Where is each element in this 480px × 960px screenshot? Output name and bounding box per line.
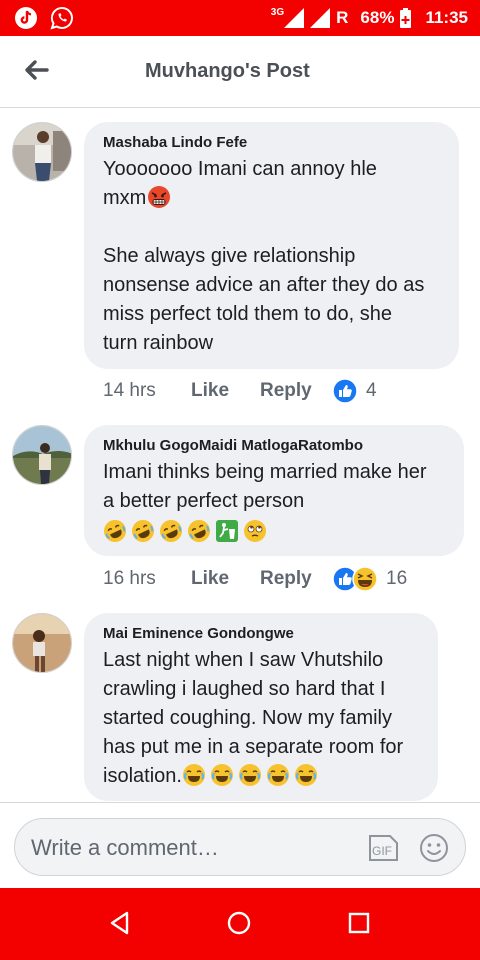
clock: 11:35	[425, 8, 468, 27]
gif-icon[interactable]: GIF	[367, 834, 399, 862]
comment-text: Last night when I saw Vhutshilo crawling…	[103, 646, 420, 791]
signal-icon	[284, 8, 305, 28]
comment-author[interactable]: Mashaba Lindo Fefe	[103, 134, 441, 152]
rofl-emoji	[188, 520, 210, 542]
comment-actions: 16 hrs Like Reply 16	[103, 564, 407, 594]
smiley-icon[interactable]	[419, 833, 449, 863]
comment-text: Imani thinks being married make her a be…	[103, 458, 446, 547]
comment-line: a better perfect person	[103, 490, 305, 512]
roaming-label: R	[336, 8, 349, 27]
avatar[interactable]	[12, 425, 72, 485]
tears-of-joy-emoji	[238, 764, 261, 786]
home-circle-icon[interactable]	[226, 910, 252, 936]
signal-icon	[310, 8, 331, 28]
status-bar: 3G R 68% 11:35	[0, 0, 480, 36]
like-button[interactable]: Like	[191, 568, 260, 590]
rofl-emoji	[160, 520, 182, 542]
reaction-summary[interactable]: 4	[332, 378, 377, 404]
reply-button[interactable]: Reply	[260, 380, 332, 402]
comment-timestamp: 16 hrs	[103, 568, 156, 589]
comment-line: turn rainbow	[103, 332, 214, 354]
comment-input-placeholder: Write a comment…	[31, 835, 219, 860]
rofl-emoji	[104, 520, 126, 542]
comment-line: started coughing. Now my family	[103, 707, 393, 729]
tears-of-joy-emoji	[210, 764, 233, 786]
reaction-summary[interactable]: 16	[332, 566, 407, 592]
emoji-line	[103, 516, 446, 547]
arrow-left-icon[interactable]	[20, 54, 52, 86]
haha-reaction-icon	[352, 566, 378, 592]
comment-bubble: Mai Eminence Gondongwe Last night when I…	[84, 613, 438, 801]
comment-author[interactable]: Mkhulu GogoMaidi MatlogaRatombo	[103, 437, 446, 455]
comment-author[interactable]: Mai Eminence Gondongwe	[103, 625, 420, 643]
battery-percent: 68%	[360, 8, 395, 27]
tears-of-joy-emoji	[182, 764, 205, 786]
like-button[interactable]: Like	[191, 380, 260, 402]
post-header: Muvhango's Post	[0, 36, 480, 108]
comment-line: nonsense advice an after they do as	[103, 274, 425, 296]
back-triangle-icon[interactable]	[107, 910, 133, 936]
tears-of-joy-emoji	[266, 764, 289, 786]
whatsapp-icon	[50, 6, 73, 30]
comment-line: isolation.	[103, 765, 182, 787]
trash-emoji	[216, 520, 238, 542]
angry-face-emoji	[148, 186, 171, 208]
reaction-count: 4	[366, 380, 377, 401]
comment-line: miss perfect told them to do, she	[103, 303, 393, 325]
comment-line: Imani thinks being married make her	[103, 461, 427, 483]
comment-actions: 14 hrs Like Reply 4	[103, 376, 377, 406]
comment-line: crawling i laughed so hard that I	[103, 678, 386, 700]
comment-input[interactable]: Write a comment… GIF	[14, 818, 466, 876]
network-type-label: 3G	[270, 6, 285, 18]
comment-text: Yooooooo Imani can annoy hle mxm She alw…	[103, 155, 441, 358]
reply-button[interactable]: Reply	[260, 568, 332, 590]
avatar[interactable]	[12, 613, 72, 673]
gif-label: GIF	[372, 844, 392, 858]
comment-line: Yooooooo Imani can annoy hle	[103, 158, 377, 180]
page-title: Muvhango's Post	[145, 60, 310, 82]
comment-line: She always give relationship	[103, 245, 356, 267]
comment-line: Last night when I saw Vhutshilo	[103, 649, 384, 671]
eye-roll-emoji	[244, 520, 266, 542]
avatar[interactable]	[12, 122, 72, 182]
rofl-emoji	[132, 520, 154, 542]
tears-of-joy-emoji	[294, 764, 317, 786]
battery-icon	[400, 8, 412, 28]
comment-bubble: Mashaba Lindo Fefe Yooooooo Imani can an…	[84, 122, 459, 369]
comment-timestamp: 14 hrs	[103, 380, 156, 401]
comment-composer: Write a comment… GIF	[0, 802, 480, 888]
comment-line: mxm	[103, 187, 147, 209]
tiktok-icon	[15, 7, 37, 29]
system-nav-bar	[0, 888, 480, 960]
comment-line: has put me in a separate room for	[103, 736, 404, 758]
like-reaction-icon	[332, 378, 358, 404]
reaction-count: 16	[386, 568, 408, 589]
recents-square-icon[interactable]	[346, 910, 372, 936]
comment-bubble: Mkhulu GogoMaidi MatlogaRatombo Imani th…	[84, 425, 464, 556]
